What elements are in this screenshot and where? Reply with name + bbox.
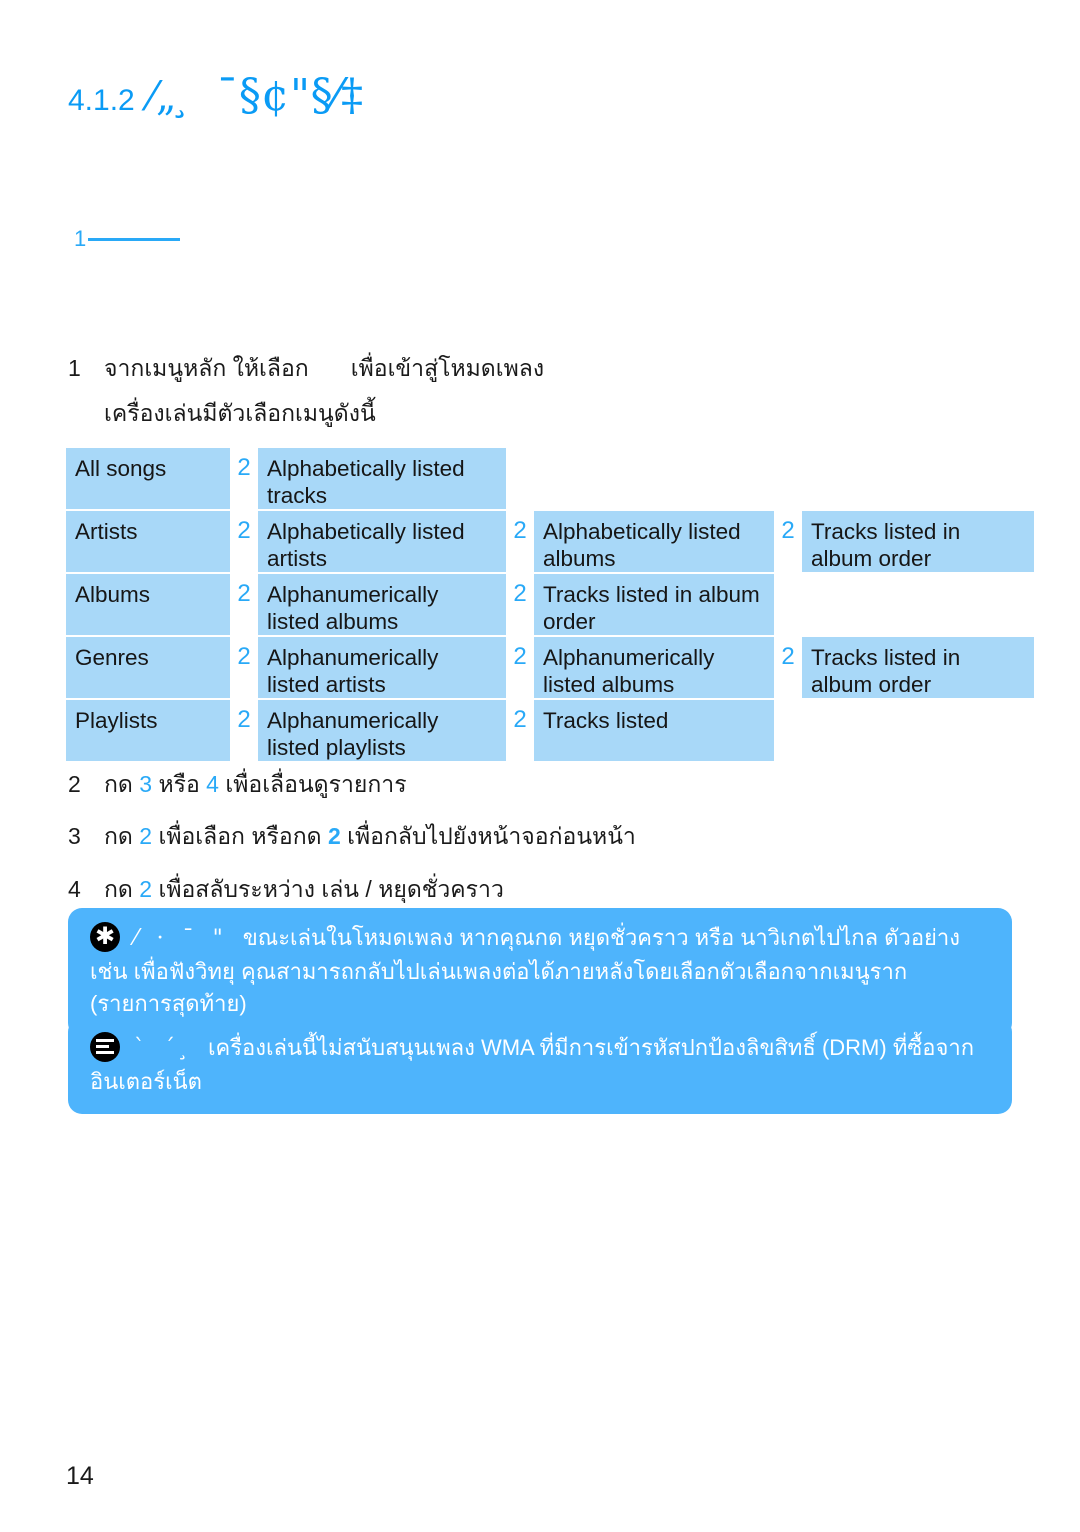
- menu-level4-cell[interactable]: Tracks listed in album order: [802, 511, 1034, 572]
- step-text-part2: เพื่อสลับระหว่าง เล่น / หยุดชั่วคราว: [152, 875, 504, 902]
- section-title-glyphs-1: ⁄„ ̧: [148, 74, 191, 120]
- arrow-icon: 2: [230, 700, 258, 761]
- arrow-icon: 2: [230, 511, 258, 572]
- step-text-before: จากเมนูหลัก ให้เลือก: [104, 355, 309, 381]
- step-item: 2 กด 3 หรือ 4 เพื่อเลื่อนดูรายการ: [68, 768, 1008, 801]
- page-title: 4.1.2 ⁄„ ̧ ¯§¢"§⁄‡: [68, 70, 364, 121]
- step-list-bottom: 2 กด 3 หรือ 4 เพื่อเลื่อนดูรายการ 3 กด 2…: [68, 768, 1008, 925]
- table-row: Artists 2 Alphabetically listed artists …: [66, 511, 1034, 572]
- menu-level1-cell[interactable]: Albums: [66, 574, 230, 635]
- step-text-part1: กด: [104, 771, 140, 797]
- menu-level1-cell[interactable]: Artists: [66, 511, 230, 572]
- arrow-icon: 2: [506, 574, 534, 635]
- arrow-icon: 2: [506, 511, 534, 572]
- table-row: All songs 2 Alphabetically listed tracks: [66, 448, 986, 509]
- note-notice-text: เครื่องเล่นนี้ไม่สนับสนุนเพลง WMA ที่มีก…: [90, 1035, 975, 1094]
- note-lines-icon: [90, 1032, 120, 1062]
- arrow-icon-hidden: [774, 574, 802, 635]
- arrow-icon: 2: [230, 574, 258, 635]
- step-list-top: 1 จากเมนูหลัก ให้เลือก เพื่อเข้าสู่โหมดเพ…: [68, 352, 1008, 431]
- key-glyph: 3: [139, 771, 153, 797]
- step-text-part2: เพื่อเลือก หรือกด: [152, 823, 328, 850]
- arrow-icon: 2: [230, 637, 258, 698]
- key-glyph: 2: [139, 823, 153, 850]
- step-text: กด 2 เพื่อเลือก หรือกด 2 เพื่อกลับไปยังห…: [104, 820, 1008, 853]
- menu-level3-cell[interactable]: Alphanumerically listed albums: [534, 637, 774, 698]
- menu-level3-cell[interactable]: Alphabetically listed albums: [534, 511, 774, 572]
- section-number: 4.1.2: [68, 84, 135, 117]
- step-text-part1: กด: [104, 823, 140, 850]
- step-text-part3: เพื่อเลื่อนดูรายการ: [218, 771, 407, 797]
- menu-level2-cell[interactable]: Alphanumerically listed albums: [258, 574, 506, 635]
- menu-level2-cell[interactable]: Alphabetically listed artists: [258, 511, 506, 572]
- intro-line: เครื่องเล่นมีตัวเลือกเมนูดังนี้: [104, 400, 376, 427]
- table-row: Playlists 2 Alphanumerically listed play…: [66, 700, 986, 761]
- step-text-part1: กด: [104, 875, 140, 902]
- section-title-glyphs-2: ¯§¢"§⁄‡: [216, 70, 364, 121]
- arrow-icon: 2: [230, 448, 258, 509]
- arrow-icon: 2: [506, 700, 534, 761]
- step-text: จากเมนูหลัก ให้เลือก เพื่อเข้าสู่โหมดเพลง: [104, 352, 1008, 385]
- page-number: 14: [66, 1462, 94, 1490]
- note-label-glyphs: ` ´ ̧: [134, 1036, 194, 1061]
- step-item: 4 กด 2 เพื่อสลับระหว่าง เล่น / หยุดชั่วค…: [68, 873, 1008, 906]
- arrow-icon-hidden: [506, 448, 534, 509]
- arrow-icon: 2: [774, 637, 802, 698]
- menu-level1-cell[interactable]: Genres: [66, 637, 230, 698]
- note-notice-box: ` ´ ̧ เครื่องเล่นนี้ไม่สนับสนุนเพลง WMA ท…: [68, 1018, 1012, 1115]
- key-glyph: 4: [206, 771, 219, 797]
- step-text-part2: หรือ: [152, 771, 207, 797]
- step-number: 4: [68, 875, 81, 902]
- menu-level3-cell[interactable]: Tracks listed in album order: [534, 574, 774, 635]
- menu-level1-cell[interactable]: All songs: [66, 448, 230, 509]
- table-row: Genres 2 Alphanumerically listed artists…: [66, 637, 1034, 698]
- key-glyph: 2: [327, 823, 341, 850]
- callout-rule: [88, 237, 181, 241]
- step-item: 1 จากเมนูหลัก ให้เลือก เพื่อเข้าสู่โหมดเพ…: [68, 352, 1008, 385]
- key-glyph: 2: [139, 875, 153, 902]
- step-number: 3: [68, 823, 81, 850]
- manual-page: 4.1.2 ⁄„ ̧ ¯§¢"§⁄‡ 1 1 จากเมนูหลัก ให้เลือ…: [0, 0, 1080, 1532]
- step-number: 2: [68, 771, 81, 797]
- step-text-after: เพื่อเข้าสู่โหมดเพลง: [350, 355, 545, 381]
- callout-leader: 1: [74, 226, 181, 251]
- menu-hierarchy-table: All songs 2 Alphabetically listed tracks…: [66, 448, 1034, 763]
- step-text-part3: เพื่อกลับไปยังหน้าจอก่อนหน้า: [340, 823, 636, 850]
- arrow-icon: 2: [774, 511, 802, 572]
- arrow-icon-hidden: [534, 448, 562, 509]
- step-number: 1: [68, 355, 81, 381]
- arrow-icon-hidden: [774, 700, 802, 761]
- tip-asterisk-icon: ✱: [90, 922, 120, 952]
- menu-level3-cell[interactable]: Tracks listed: [534, 700, 774, 761]
- menu-level2-cell[interactable]: Alphanumerically listed artists: [258, 637, 506, 698]
- arrow-icon: 2: [506, 637, 534, 698]
- menu-level2-cell[interactable]: Alphabetically listed tracks: [258, 448, 506, 509]
- step-text: กด 2 เพื่อสลับระหว่าง เล่น / หยุดชั่วครา…: [104, 873, 1008, 906]
- tip-label-glyphs: ⁄ · ¯ ": [134, 926, 229, 951]
- menu-level2-cell[interactable]: Alphanumerically listed playlists: [258, 700, 506, 761]
- table-row: Albums 2 Alphanumerically listed albums …: [66, 574, 986, 635]
- menu-level1-cell[interactable]: Playlists: [66, 700, 230, 761]
- menu-level4-cell[interactable]: Tracks listed in album order: [802, 637, 1034, 698]
- callout-number: 1: [74, 226, 87, 251]
- step-item: 3 กด 2 เพื่อเลือก หรือกด 2 เพื่อกลับไปยั…: [68, 820, 1008, 853]
- step-text: กด 3 หรือ 4 เพื่อเลื่อนดูรายการ: [104, 768, 1008, 801]
